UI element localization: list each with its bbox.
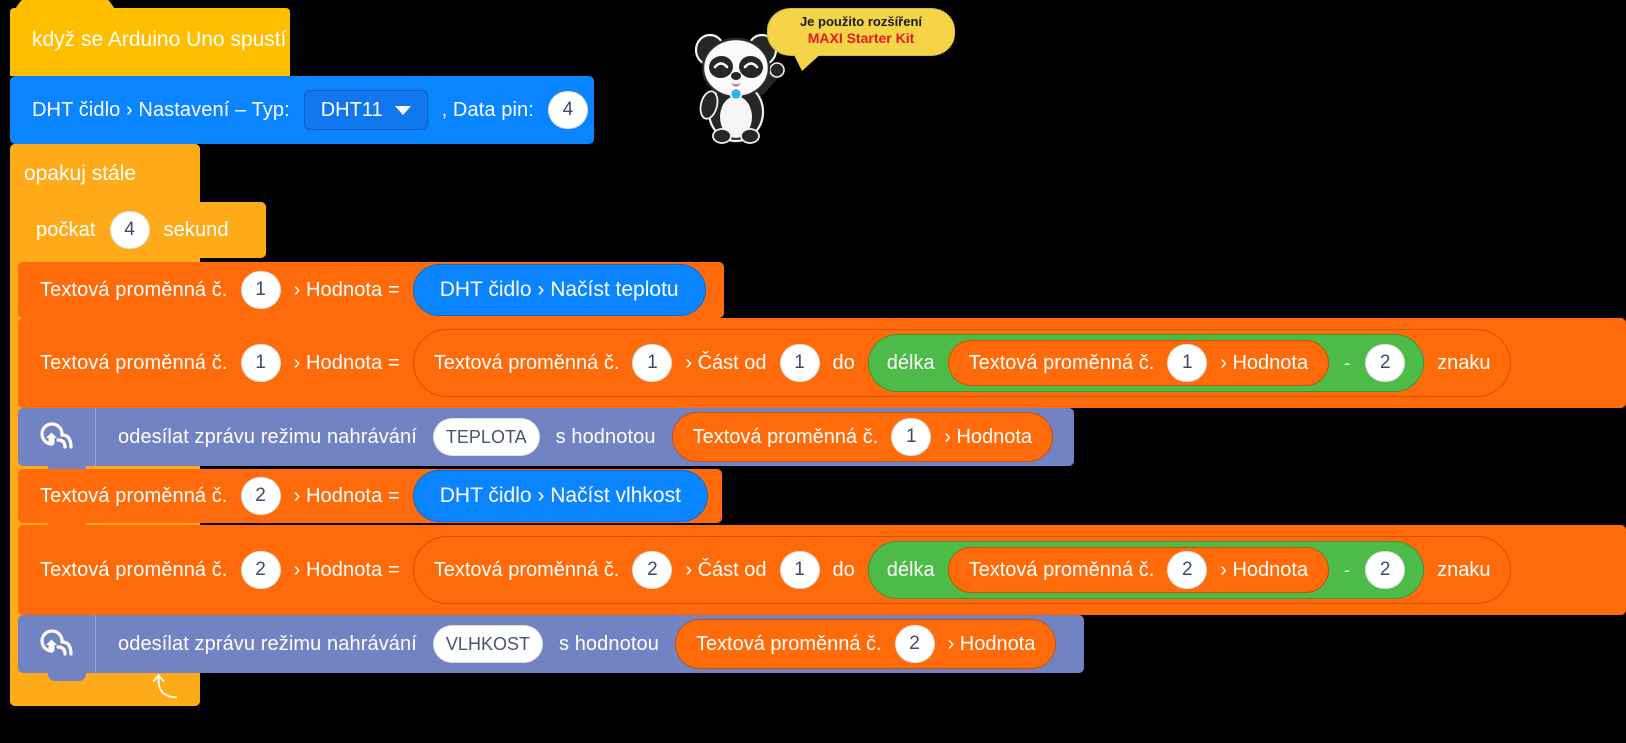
- dht-pin-input[interactable]: 4: [547, 91, 588, 129]
- set-temp-var-prefix: Textová proměnná č.: [40, 279, 228, 301]
- substring-hum-chars-label: znaku: [1437, 558, 1491, 581]
- wait-seconds-input[interactable]: 4: [109, 211, 150, 249]
- minus-temp-input[interactable]: 2: [1365, 344, 1406, 382]
- substring-temp-part-from-label: › Část od: [685, 351, 767, 374]
- trim-hum-value-label: › Hodnota =: [293, 559, 400, 581]
- upload-hum-block-notch: [48, 672, 86, 681]
- set-variable-humidity-block[interactable]: Textová proměnná č. 2 › Hodnota = DHT či…: [18, 469, 722, 531]
- trim-hum-var-prefix: Textová proměnná č.: [40, 559, 228, 581]
- cloud-upload-icon: [18, 615, 96, 673]
- substring-reporter-temperature[interactable]: Textová proměnná č. 1 › Část od 1 do dél…: [412, 329, 1512, 397]
- upload-hum-with-value-label: s hodnotou: [558, 633, 659, 655]
- substring-hum-to-label: do: [832, 558, 855, 581]
- dht-type-dropdown[interactable]: DHT11: [303, 90, 428, 130]
- length-temp-var-index[interactable]: 1: [1167, 344, 1208, 382]
- upload-hum-topic-input[interactable]: VLHKOST: [432, 625, 543, 663]
- hat-block-label: když se Arduino Uno spustí: [32, 28, 287, 51]
- length-hum-var-reporter[interactable]: Textová proměnná č. 2 › Hodnota: [947, 547, 1330, 593]
- dht-type-value: DHT11: [320, 98, 383, 121]
- hat-block-on-start[interactable]: když se Arduino Uno spustí: [10, 0, 290, 84]
- forever-loop-header: opakuj stále: [10, 144, 200, 202]
- upload-hum-value-label: › Hodnota: [947, 632, 1036, 655]
- length-temp-var-prefix: Textová proměnná č.: [968, 351, 1155, 374]
- substring-hum-var-prefix: Textová proměnná č.: [433, 558, 620, 581]
- forever-loop-footer: ⤴: [10, 668, 200, 706]
- length-temp-label: délka: [886, 351, 935, 374]
- substring-temp-var-index[interactable]: 1: [632, 344, 673, 382]
- extension-notice-line1: Je použito rozšíření: [799, 14, 923, 29]
- set-hum-var-index[interactable]: 2: [240, 477, 281, 515]
- extension-notice-bubble: Je použito rozšíření MAXI Starter Kit: [767, 8, 955, 71]
- upload-hum-label: odesílat zprávu režimu nahrávání: [118, 633, 417, 655]
- substring-hum-part-from-label: › Část od: [685, 558, 767, 581]
- upload-temp-label: odesílat zprávu režimu nahrávání: [118, 426, 417, 448]
- length-hum-var-prefix: Textová proměnná č.: [968, 558, 1155, 581]
- upload-temp-var-prefix: Textová proměnná č.: [692, 425, 879, 448]
- wait-suffix-label: sekund: [163, 219, 229, 241]
- upload-hum-value-reporter[interactable]: Textová proměnná č. 2 › Hodnota: [674, 619, 1057, 669]
- upload-temp-topic-input[interactable]: TEPLOTA: [432, 418, 540, 456]
- upload-hum-body: odesílat zprávu režimu nahrávání VLHKOST…: [96, 619, 1057, 669]
- substring-temp-var-prefix: Textová proměnná č.: [433, 351, 620, 374]
- upload-hum-var-index[interactable]: 2: [894, 625, 935, 663]
- extension-notice-line2: MAXI Starter Kit: [807, 30, 915, 47]
- upload-message-temperature-block[interactable]: odesílat zprávu režimu nahrávání TEPLOTA…: [18, 408, 1074, 474]
- length-hum-label: délka: [886, 558, 935, 581]
- upload-temp-value-reporter[interactable]: Textová proměnná č. 1 › Hodnota: [671, 412, 1054, 462]
- upload-temp-with-value-label: s hodnotou: [555, 426, 656, 448]
- length-hum-value-label: › Hodnota: [1220, 558, 1309, 581]
- substring-hum-from-input[interactable]: 1: [779, 551, 820, 589]
- loop-arrow-icon: ⤴: [151, 672, 178, 702]
- dht-read-humidity-reporter[interactable]: DHT čidlo › Načíst vlhkost: [412, 470, 708, 522]
- trim-temp-var-prefix: Textová proměnná č.: [40, 352, 228, 374]
- substring-temp-from-input[interactable]: 1: [779, 344, 820, 382]
- dht-read-temperature-reporter[interactable]: DHT čidlo › Načíst teplotu: [412, 264, 706, 316]
- set-hum-value-label: › Hodnota =: [293, 485, 400, 507]
- forever-loop-label: opakuj stále: [24, 162, 137, 185]
- minus-operator-icon-temperature: -: [1344, 352, 1351, 373]
- upload-temp-value-label: › Hodnota: [944, 425, 1033, 448]
- wait-prefix-label: počkat: [36, 219, 96, 241]
- set-hum-var-prefix: Textová proměnná č.: [40, 485, 228, 507]
- set-temp-value-label: › Hodnota =: [293, 279, 400, 301]
- substring-reporter-humidity[interactable]: Textová proměnná č. 2 › Část od 1 do dél…: [412, 536, 1512, 604]
- wait-seconds-block[interactable]: počkat 4 sekund: [18, 202, 266, 266]
- dht-pin-label: , Data pin:: [441, 99, 534, 121]
- trim-humidity-block[interactable]: Textová proměnná č. 2 › Hodnota = Textov…: [18, 525, 1626, 623]
- minus-hum-input[interactable]: 2: [1365, 551, 1406, 589]
- trim-temperature-block[interactable]: Textová proměnná č. 1 › Hodnota = Textov…: [18, 318, 1626, 416]
- length-temp-var-reporter[interactable]: Textová proměnná č. 1 › Hodnota: [947, 340, 1330, 386]
- substring-temp-to-label: do: [832, 351, 855, 374]
- set-variable-temperature-block[interactable]: Textová proměnná č. 1 › Hodnota = DHT či…: [18, 262, 724, 326]
- substring-hum-var-index[interactable]: 2: [632, 551, 673, 589]
- set-temp-var-index[interactable]: 1: [240, 271, 281, 309]
- substring-temp-chars-label: znaku: [1437, 351, 1491, 374]
- length-minus-operator-humidity[interactable]: délka Textová proměnná č. 2 › Hodnota - …: [867, 541, 1425, 599]
- upload-hum-var-prefix: Textová proměnná č.: [695, 632, 882, 655]
- cloud-upload-icon: [18, 408, 96, 466]
- trim-temp-var-index[interactable]: 1: [240, 344, 281, 382]
- upload-temp-body: odesílat zprávu režimu nahrávání TEPLOTA…: [96, 412, 1054, 462]
- trim-hum-var-index[interactable]: 2: [240, 551, 281, 589]
- minus-operator-icon-humidity: -: [1344, 559, 1351, 580]
- length-temp-value-label: › Hodnota: [1220, 351, 1309, 374]
- length-minus-operator-temperature[interactable]: délka Textová proměnná č. 1 › Hodnota - …: [867, 334, 1425, 392]
- length-hum-var-index[interactable]: 2: [1167, 551, 1208, 589]
- upload-message-humidity-block[interactable]: odesílat zprávu režimu nahrávání VLHKOST…: [18, 615, 1084, 681]
- dht-setup-prefix-label: DHT čidlo › Nastavení – Typ:: [32, 99, 290, 121]
- blocks-workspace[interactable]: když se Arduino Uno spustí DHT čidlo › N…: [0, 0, 1626, 743]
- chevron-down-icon: [394, 105, 411, 115]
- dht-setup-block[interactable]: DHT čidlo › Nastavení – Typ: DHT11 , Dat…: [10, 76, 594, 152]
- trim-temp-value-label: › Hodnota =: [293, 352, 400, 374]
- upload-temp-var-index[interactable]: 1: [891, 418, 932, 456]
